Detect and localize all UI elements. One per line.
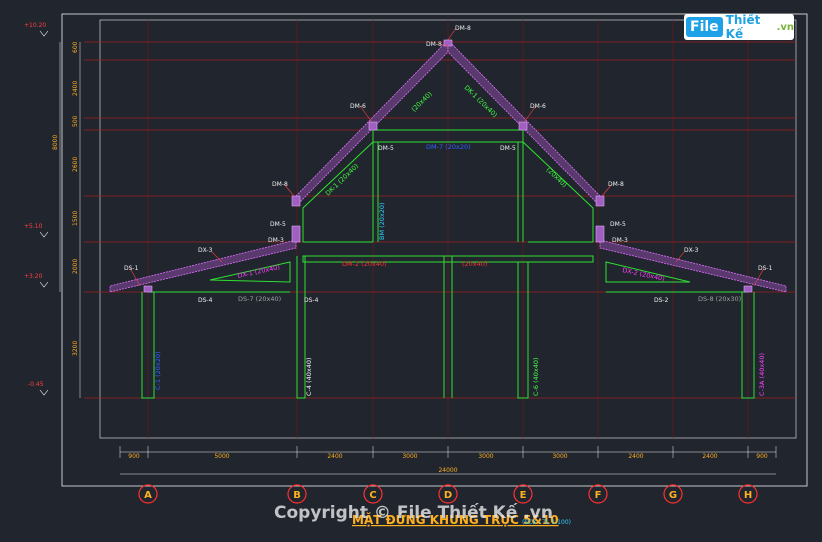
node-ds-right-1: DS-1	[758, 265, 773, 272]
vdim-8000: 8000	[52, 135, 59, 150]
cad-drawing: +10.20 +5.10 +3.20 -0.45 600 2400 500 26…	[24, 13, 808, 527]
member-bm: BM (20x20)	[378, 202, 386, 240]
node-dm-left-5b: DM-5	[270, 221, 286, 228]
vdim-600: 600	[72, 41, 79, 53]
axis-label-f: F	[595, 490, 602, 501]
axis-label-b: B	[293, 490, 301, 501]
member-col-b: C-4 (40x40)	[305, 357, 313, 396]
axis-label-d: D	[444, 490, 452, 501]
axis-label-h: H	[744, 490, 752, 501]
member-dm2-right: (20x40)	[462, 260, 487, 268]
node-dm-left-3: DM-3	[268, 237, 284, 244]
axis-label-a: A	[144, 490, 152, 501]
member-col-a: C-1 (20x20)	[154, 351, 162, 390]
vdim-500: 500	[72, 115, 79, 127]
member-col-h: C-3A (40x40)	[758, 353, 766, 396]
node-ds-left-4: DS-4	[198, 297, 213, 304]
vdim-2400: 2400	[72, 81, 79, 96]
node-dm-right-mid: DM-6	[530, 103, 546, 110]
logo-thietke-text: Thiết Kế	[725, 13, 761, 41]
level-grid-lines	[84, 41, 796, 399]
member-ds8: DS-8 (20x30)	[698, 295, 741, 303]
hdim-9: 900	[756, 453, 768, 460]
vdim-2000: 2000	[72, 259, 79, 274]
member-dx-left: DX-1 (20x40)	[237, 263, 281, 280]
hdim-8: 2400	[702, 453, 717, 460]
member-col-e: C-6 (40x40)	[532, 357, 540, 396]
node-dx-left-3: DX-3	[198, 247, 213, 254]
node-dm-left-low: DM-8	[272, 181, 288, 188]
level-markers: +10.20 +5.10 +3.20 -0.45	[24, 22, 46, 388]
member-dm-beam: DM-7 (20x20)	[426, 143, 471, 151]
node-dm-right-low: DM-8	[608, 181, 624, 188]
hdim-4: 3000	[402, 453, 417, 460]
node-dm-right-5b: DM-5	[610, 221, 626, 228]
hdim-7: 2400	[628, 453, 643, 460]
hdim-6: 3000	[552, 453, 567, 460]
level-320: +3.20	[24, 273, 43, 280]
node-ds-right-2: DS-2	[654, 297, 669, 304]
hdim-total: 24000	[438, 467, 457, 474]
node-dm-top-left: DM-8	[426, 41, 442, 48]
hdim-5: 3000	[478, 453, 493, 460]
level-510: +5.10	[24, 223, 43, 230]
member-ds7: DS-7 (20x40)	[238, 295, 281, 303]
hdim-3: 2400	[327, 453, 342, 460]
axis-grid-lines	[147, 20, 749, 438]
member-dm2: DM-2 (20x40)	[342, 260, 387, 268]
node-dx-right-3: DX-3	[684, 247, 699, 254]
node-ds-left-1: DS-1	[124, 265, 139, 272]
node-dm-right-5: DM-5	[500, 145, 516, 152]
node-dm-top: DM-8	[455, 25, 471, 32]
axis-label-c: C	[369, 490, 376, 501]
vdim-3200: 3200	[72, 341, 79, 356]
vdim-2600: 2600	[72, 157, 79, 172]
node-dm-left-mid: DM-6	[350, 103, 366, 110]
hdim-1: 900	[128, 453, 140, 460]
member-dx-right: DX-2 (20x40)	[622, 266, 666, 283]
copyright-watermark: Copyright © File Thiết Kế .vn	[274, 503, 553, 523]
node-dm-left-5: DM-5	[378, 145, 394, 152]
filethietke-logo: File Thiết Kế .vn	[684, 13, 794, 41]
node-ds-left-4b: DS-4	[304, 297, 319, 304]
logo-file-text: File	[686, 17, 723, 37]
logo-domain-text: .vn	[776, 21, 794, 33]
axis-label-g: G	[669, 490, 677, 501]
hdim-2: 5000	[214, 453, 229, 460]
node-dm-right-3: DM-3	[612, 237, 628, 244]
member-rafter-left-top: (20x40)	[410, 90, 434, 113]
axis-label-e: E	[520, 490, 527, 501]
level-1020: +10.20	[24, 22, 46, 29]
level-045: -0.45	[28, 381, 44, 388]
vdim-1500: 1500	[72, 211, 79, 226]
